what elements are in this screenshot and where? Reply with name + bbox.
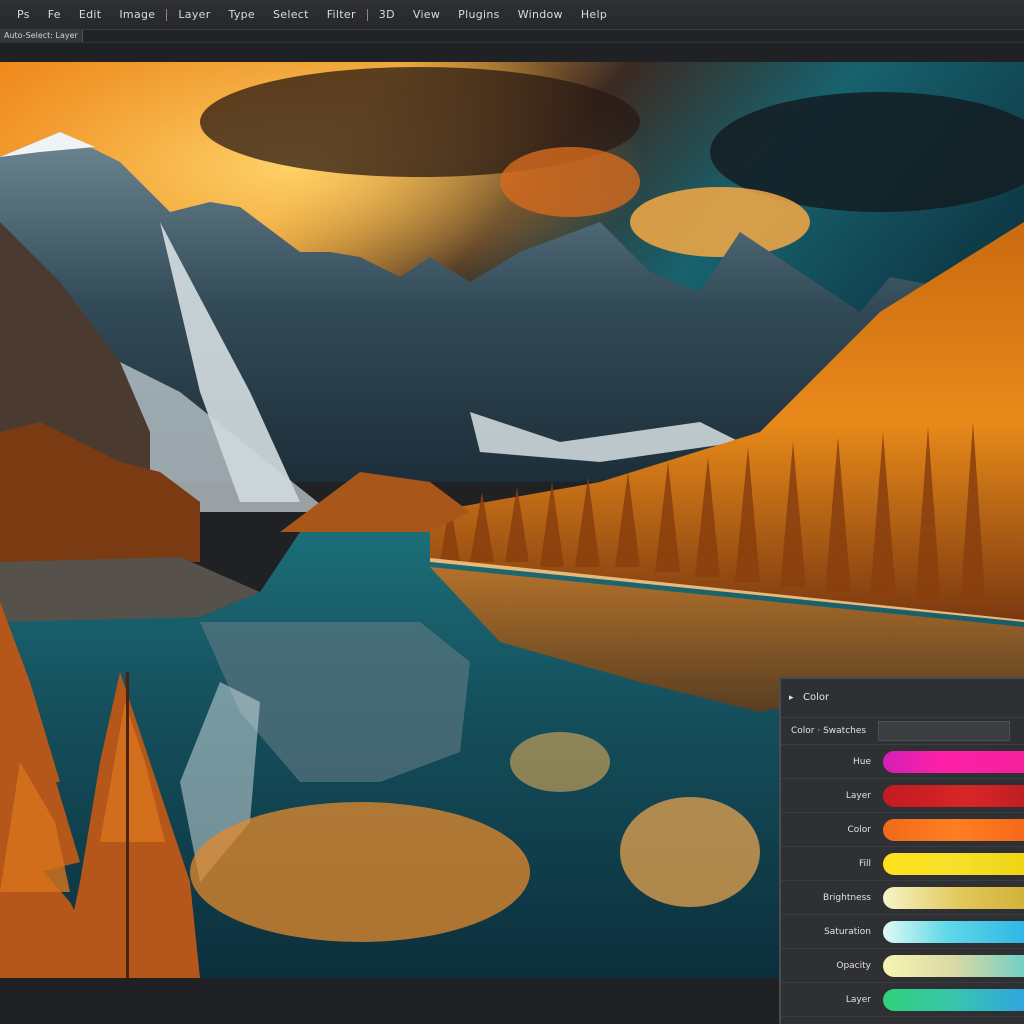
- menu-file[interactable]: Fe: [39, 0, 70, 30]
- menu-app-logo[interactable]: Ps: [8, 0, 39, 30]
- color-swatch-bar[interactable]: [883, 886, 1024, 909]
- color-swatch-bar[interactable]: [883, 818, 1024, 841]
- swatch-row-label: Saturation: [824, 926, 871, 937]
- swatch-row[interactable]: Fill: [781, 847, 1024, 881]
- menu-divider: [166, 8, 168, 21]
- color-swatch-bar[interactable]: [883, 920, 1024, 943]
- panel-tab-field[interactable]: [878, 721, 1011, 741]
- color-swatch-bar[interactable]: [883, 852, 1024, 875]
- options-bar: Auto-Select: Layer: [0, 30, 1024, 43]
- swatch-row[interactable]: Layer: [781, 779, 1024, 813]
- menu-image[interactable]: Image: [110, 0, 164, 30]
- menu-view[interactable]: View: [404, 0, 449, 30]
- menu-help[interactable]: Help: [572, 0, 616, 30]
- color-swatch-bar[interactable]: [883, 784, 1024, 807]
- swatch-row-label: Layer: [845, 790, 871, 801]
- menu-edit[interactable]: Edit: [70, 0, 111, 30]
- swatch-row-label: Brightness: [823, 892, 871, 903]
- collapse-caret-icon[interactable]: ▸: [789, 679, 794, 717]
- menu-filter[interactable]: Filter: [318, 0, 365, 30]
- menu-divider: [366, 8, 368, 21]
- menu-type[interactable]: Type: [220, 0, 264, 30]
- swatch-rows: Hue Layer Color Fill Brightness Saturation Opa…: [781, 745, 1024, 1017]
- swatch-row[interactable]: Hue: [781, 745, 1024, 779]
- panel-header[interactable]: ▸ Color: [781, 679, 1024, 718]
- panel-tab-label[interactable]: Color · Swatches: [791, 726, 866, 736]
- swatch-row[interactable]: Brightness: [781, 881, 1024, 915]
- menu-plugins[interactable]: Plugins: [449, 0, 509, 30]
- color-swatch-bar[interactable]: [883, 988, 1024, 1011]
- menu-select[interactable]: Select: [264, 0, 318, 30]
- color-swatch-bar[interactable]: [883, 954, 1024, 977]
- panel-tabs: Color · Swatches: [781, 718, 1024, 745]
- swatch-row-label: Opacity: [836, 960, 871, 971]
- menu-layer[interactable]: Layer: [169, 0, 219, 30]
- color-swatch-bar[interactable]: [883, 750, 1024, 773]
- swatch-row-label: Hue: [852, 756, 871, 767]
- menu-window[interactable]: Window: [509, 0, 572, 30]
- menubar: Ps Fe Edit Image Layer Type Select Filte…: [0, 0, 1024, 30]
- auto-select-option[interactable]: Auto-Select: Layer: [0, 30, 83, 42]
- swatch-row-label: Fill: [858, 858, 871, 869]
- swatch-row-label: Layer: [845, 994, 871, 1005]
- swatch-row-label: Color: [847, 824, 872, 835]
- swatch-row[interactable]: Color: [781, 813, 1024, 847]
- panel-title: Color: [803, 692, 830, 703]
- swatch-row[interactable]: Saturation: [781, 915, 1024, 949]
- swatch-row[interactable]: Opacity: [781, 949, 1024, 983]
- swatch-row[interactable]: Layer: [781, 983, 1024, 1017]
- menu-3d[interactable]: 3D: [370, 0, 404, 30]
- color-panel: ▸ Color Color · Swatches Hue Layer Color Fi…: [779, 677, 1024, 1024]
